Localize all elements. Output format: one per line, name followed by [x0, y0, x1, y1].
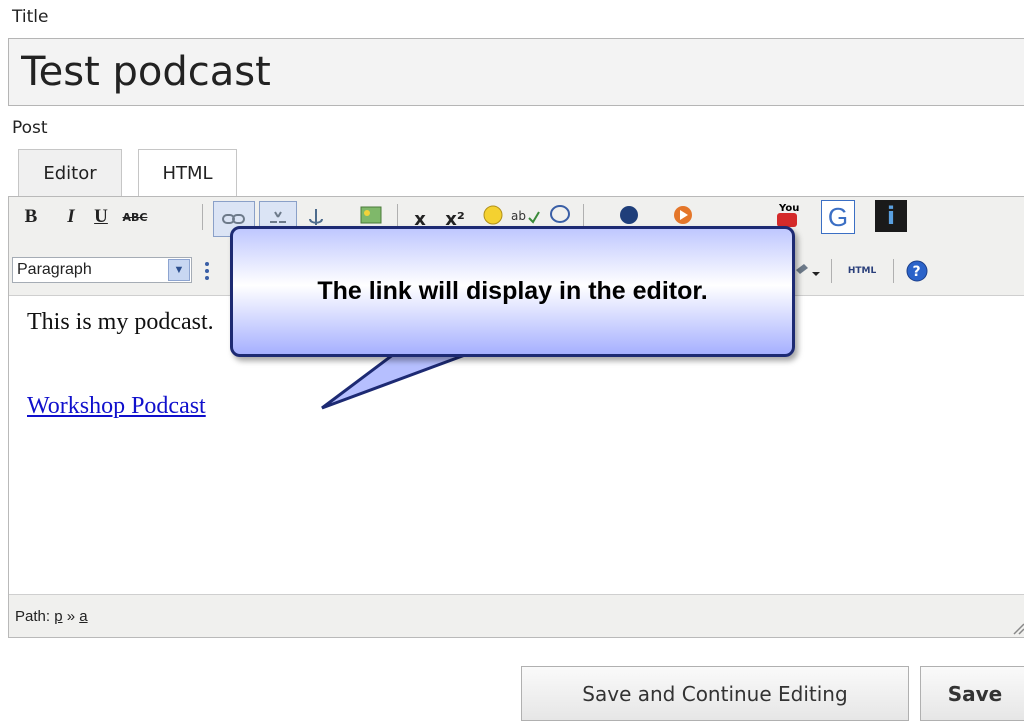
- toolbar-separator: [831, 259, 832, 283]
- editor-frame: B I U ABC x x² ab You G i Paragraph ▼ HT…: [8, 196, 1024, 638]
- workshop-podcast-link[interactable]: Workshop Podcast: [27, 393, 206, 420]
- underline-button[interactable]: U: [89, 203, 113, 231]
- title-label: Title: [12, 7, 49, 27]
- html-source-button[interactable]: HTML: [839, 257, 885, 285]
- anchor-icon[interactable]: [303, 203, 329, 231]
- save-and-continue-button[interactable]: Save and Continue Editing: [521, 666, 909, 721]
- comment-icon[interactable]: [547, 201, 573, 229]
- content-paragraph[interactable]: This is my podcast.: [27, 309, 214, 336]
- editor-statusbar: Path: p » a: [9, 594, 1024, 637]
- path-p-link[interactable]: p: [54, 608, 62, 625]
- italic-button[interactable]: I: [59, 203, 83, 231]
- superscript-button[interactable]: x²: [439, 205, 471, 233]
- google-button[interactable]: G: [821, 200, 855, 234]
- link-icon[interactable]: [213, 201, 255, 237]
- help-icon[interactable]: ?: [903, 257, 931, 285]
- spellcheck-icon[interactable]: ab: [507, 201, 543, 229]
- post-label: Post: [12, 118, 48, 138]
- flash-icon[interactable]: [615, 201, 643, 229]
- text-color-icon[interactable]: [793, 257, 823, 285]
- tab-editor[interactable]: Editor: [18, 149, 122, 197]
- chevron-down-icon[interactable]: ▼: [168, 259, 190, 281]
- emoticon-icon[interactable]: [479, 201, 507, 229]
- tab-html[interactable]: HTML: [138, 149, 237, 197]
- bold-button[interactable]: B: [19, 203, 43, 231]
- bullet-list-icon[interactable]: [201, 257, 223, 285]
- toolbar-separator: [397, 204, 398, 230]
- element-path: Path: p » a: [15, 608, 88, 625]
- path-separator: »: [66, 607, 76, 625]
- svg-text:?: ?: [913, 264, 921, 280]
- strikethrough-button[interactable]: ABC: [117, 203, 153, 231]
- subscript-button[interactable]: x: [407, 205, 433, 233]
- insert-image-icon[interactable]: [357, 201, 385, 229]
- title-input[interactable]: [8, 38, 1024, 106]
- format-select-value: Paragraph: [17, 261, 92, 278]
- save-button[interactable]: Save: [920, 666, 1024, 721]
- svg-text:ab: ab: [511, 209, 526, 223]
- path-a-link[interactable]: a: [79, 608, 87, 625]
- toolbar-separator: [202, 204, 203, 230]
- toolbar-separator: [583, 204, 584, 230]
- callout-tail: [321, 340, 500, 410]
- info-button[interactable]: i: [875, 200, 907, 232]
- resize-grip-icon[interactable]: [1011, 621, 1024, 635]
- media-icon[interactable]: [669, 201, 697, 229]
- svg-text:You: You: [778, 203, 799, 214]
- toolbar-separator: [893, 259, 894, 283]
- format-select[interactable]: Paragraph ▼: [12, 257, 192, 283]
- path-label: Path:: [15, 607, 51, 625]
- unlink-icon[interactable]: [259, 201, 297, 237]
- youtube-icon[interactable]: You: [773, 199, 801, 229]
- editor-toolbar: B I U ABC x x² ab You G i Paragraph ▼ HT…: [9, 197, 1024, 296]
